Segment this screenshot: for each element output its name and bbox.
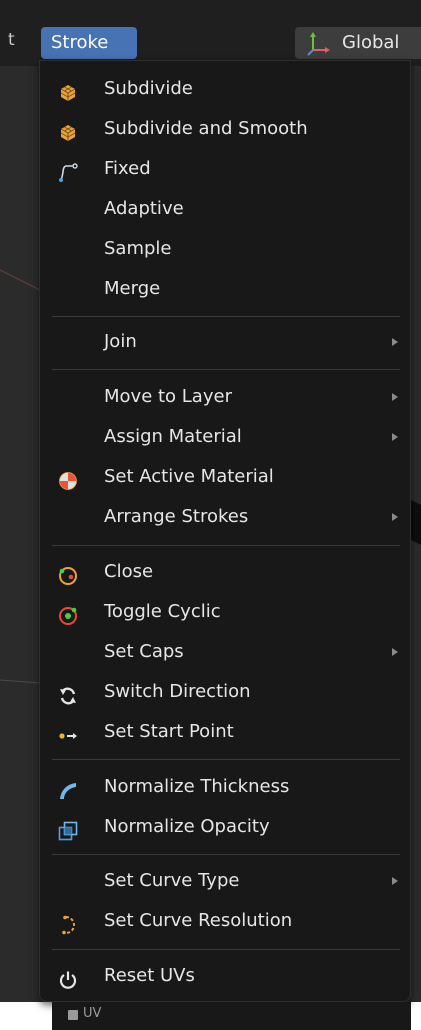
menu-item-toggle-cyclic[interactable]: Toggle Cyclic xyxy=(40,593,410,631)
material-icon xyxy=(58,467,78,490)
menu-item-label: Normalize Thickness xyxy=(104,776,290,797)
submenu-arrow-icon xyxy=(392,338,398,346)
menu-item-label: Set Curve Resolution xyxy=(104,910,293,931)
menu-separator xyxy=(52,369,400,370)
menu-item-close[interactable]: Close xyxy=(40,553,410,591)
uv-panel-strip: UV xyxy=(52,1002,411,1030)
menu-item-label: Reset UVs xyxy=(104,965,195,986)
menu-item-label: Assign Material xyxy=(104,426,242,447)
menu-item-label: Normalize Opacity xyxy=(104,816,270,837)
menu-item-label: Set Active Material xyxy=(104,466,274,487)
orientation-label: Global xyxy=(342,32,400,53)
menu-separator xyxy=(52,545,400,546)
menu-item-arrange-strokes[interactable]: Arrange Strokes xyxy=(40,498,410,536)
subdivide-icon xyxy=(58,79,78,101)
menu-item-sample[interactable]: Sample xyxy=(40,230,410,268)
menu-item-label: Sample xyxy=(104,238,172,259)
menu-item-merge[interactable]: Merge xyxy=(40,270,410,308)
menu-item-label: Move to Layer xyxy=(104,386,232,407)
menu-item-label: Set Caps xyxy=(104,641,184,662)
transform-orientation-dropdown[interactable]: Global xyxy=(295,27,421,59)
menu-item-label: Switch Direction xyxy=(104,681,251,702)
menu-item-label: Subdivide xyxy=(104,78,193,99)
menu-item-set-curve-resolution[interactable]: Set Curve Resolution xyxy=(40,902,410,940)
switch-direction-icon xyxy=(58,682,78,705)
menu-separator xyxy=(52,759,400,760)
menu-item-label: Fixed xyxy=(104,158,151,179)
menu-item-normalize-thickness[interactable]: Normalize Thickness xyxy=(40,768,410,806)
menu-item-reset-uvs[interactable]: Reset UVs xyxy=(40,957,410,995)
subdivide-smooth-icon xyxy=(58,119,78,141)
menu-item-adaptive[interactable]: Adaptive xyxy=(40,190,410,228)
menu-item-label: Adaptive xyxy=(104,198,184,219)
menu-item-label: Subdivide and Smooth xyxy=(104,118,308,139)
uv-label: UV xyxy=(83,1006,102,1021)
stroke-menu-button[interactable]: Stroke xyxy=(41,27,137,59)
menu-item-set-active-material[interactable]: Set Active Material xyxy=(40,458,410,496)
menu-item-label: Toggle Cyclic xyxy=(104,601,221,622)
menu-item-fixed[interactable]: Fixed xyxy=(40,150,410,188)
close-stroke-icon xyxy=(58,562,78,585)
uv-checkbox[interactable] xyxy=(68,1010,78,1020)
menu-item-set-curve-type[interactable]: Set Curve Type xyxy=(40,862,410,900)
stroke-menu-label: Stroke xyxy=(51,32,109,53)
toggle-cyclic-icon xyxy=(58,602,78,625)
menu-item-label: Close xyxy=(104,561,154,582)
start-point-icon xyxy=(58,722,78,742)
fixed-curve-icon xyxy=(58,159,78,182)
header-menu-fragment[interactable]: t xyxy=(8,30,15,50)
menu-item-label: Arrange Strokes xyxy=(104,506,249,527)
menu-separator xyxy=(52,316,400,317)
menu-item-label: Set Curve Type xyxy=(104,870,240,891)
menu-item-move-to-layer[interactable]: Move to Layer xyxy=(40,378,410,416)
menu-item-label: Merge xyxy=(104,278,161,299)
viewport-header: t Stroke Global xyxy=(0,0,421,66)
stroke-menu: Subdivide Subdivide and Smooth Fixed Ada… xyxy=(39,60,411,1002)
menu-item-subdivide[interactable]: Subdivide xyxy=(40,70,410,108)
submenu-arrow-icon xyxy=(392,877,398,885)
menu-item-set-start-point[interactable]: Set Start Point xyxy=(40,713,410,751)
menu-item-switch-direction[interactable]: Switch Direction xyxy=(40,673,410,711)
opacity-icon xyxy=(58,817,78,841)
menu-item-normalize-opacity[interactable]: Normalize Opacity xyxy=(40,808,410,846)
power-icon xyxy=(58,966,78,989)
menu-item-set-caps[interactable]: Set Caps xyxy=(40,633,410,671)
menu-item-join[interactable]: Join xyxy=(40,323,410,361)
submenu-arrow-icon xyxy=(392,433,398,441)
menu-separator xyxy=(52,854,400,855)
menu-item-subdivide-and-smooth[interactable]: Subdivide and Smooth xyxy=(40,110,410,148)
menu-item-label: Join xyxy=(104,331,137,352)
submenu-arrow-icon xyxy=(392,648,398,656)
menu-separator xyxy=(52,949,400,950)
menu-item-label: Set Start Point xyxy=(104,721,234,742)
submenu-arrow-icon xyxy=(392,393,398,401)
menu-item-assign-material[interactable]: Assign Material xyxy=(40,418,410,456)
thickness-icon xyxy=(58,777,78,799)
submenu-arrow-icon xyxy=(392,513,398,521)
curve-resolution-icon xyxy=(58,911,78,935)
